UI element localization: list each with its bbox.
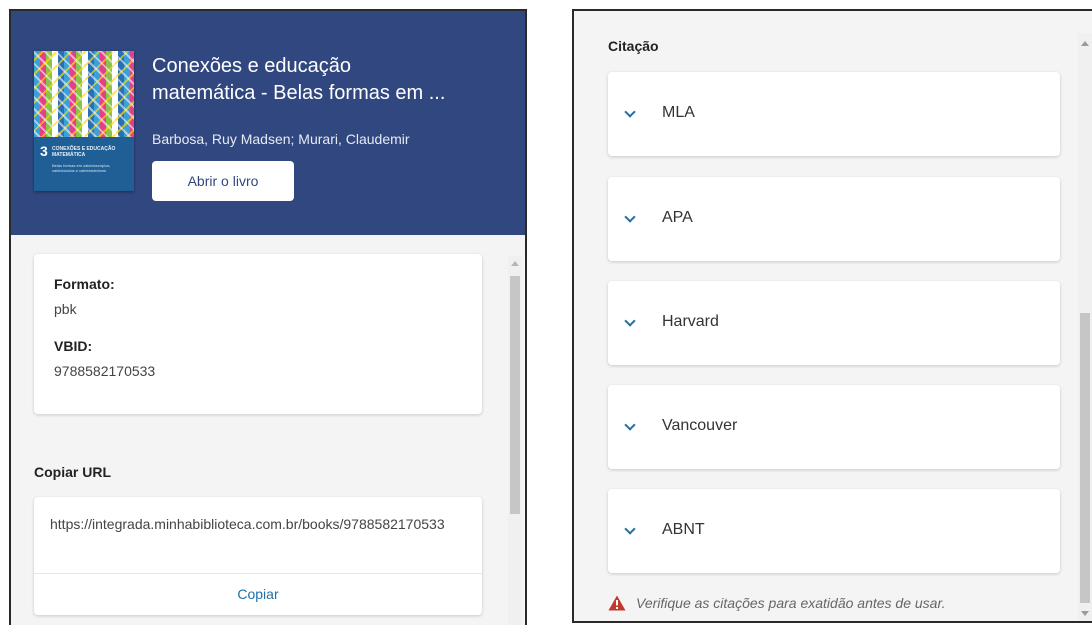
citation-item-label: ABNT — [662, 521, 705, 538]
cover-pattern — [34, 51, 134, 137]
citation-item-apa[interactable]: APA — [608, 177, 1060, 261]
cover-volume-number: 3 — [40, 143, 48, 159]
citation-warning: Verifique as citações para exatidão ante… — [608, 595, 945, 611]
book-title-line-2: matemática - Belas formas em ... — [152, 82, 446, 104]
citation-item-label: APA — [662, 209, 693, 226]
chevron-down-icon — [624, 523, 636, 535]
format-value: pbk — [54, 301, 77, 317]
left-scrollbar[interactable] — [508, 256, 522, 625]
cover-title-text: CONEXÕES E EDUCAÇÃO MATEMÁTICA — [52, 146, 116, 158]
book-cover-image: 3 CONEXÕES E EDUCAÇÃO MATEMÁTICA Belas f… — [34, 51, 134, 191]
book-url-text[interactable]: https://integrada.minhabiblioteca.com.br… — [50, 513, 470, 535]
vbid-value: 9788582170533 — [54, 363, 156, 379]
book-info-card: Formato: pbk VBID: 9788582170533 — [34, 254, 482, 414]
scroll-up-arrow-icon[interactable] — [1081, 41, 1089, 46]
vbid-label: VBID: — [54, 338, 93, 354]
citation-item-mla[interactable]: MLA — [608, 72, 1060, 156]
chevron-down-icon — [624, 315, 636, 327]
chevron-down-icon — [624, 106, 636, 118]
right-scrollbar-thumb[interactable] — [1080, 313, 1090, 603]
citation-item-vancouver[interactable]: Vancouver — [608, 385, 1060, 469]
left-scrollbar-thumb[interactable] — [510, 276, 520, 514]
scroll-up-arrow-icon[interactable] — [511, 261, 519, 266]
format-label: Formato: — [54, 276, 115, 292]
book-title-line-1: Conexões e educação — [152, 55, 352, 77]
book-title: Conexões e educação matemática - Belas f… — [152, 53, 502, 107]
right-scrollbar[interactable] — [1078, 33, 1092, 621]
cover-subtitle-text: Belas formas em caleidoscópios, caleidoc… — [52, 163, 111, 173]
book-header: 3 CONEXÕES E EDUCAÇÃO MATEMÁTICA Belas f… — [11, 11, 525, 235]
citation-warning-text: Verifique as citações para exatidão ante… — [636, 595, 946, 611]
citation-item-harvard[interactable]: Harvard — [608, 281, 1060, 365]
citation-heading: Citação — [608, 38, 659, 54]
book-detail-panel: 3 CONEXÕES E EDUCAÇÃO MATEMÁTICA Belas f… — [9, 9, 527, 625]
citation-item-label: MLA — [662, 104, 695, 121]
scroll-down-arrow-icon[interactable] — [1081, 611, 1089, 616]
chevron-down-icon — [624, 211, 636, 223]
book-authors: Barbosa, Ruy Madsen; Murari, Claudemir — [152, 131, 410, 147]
copy-url-button[interactable]: Copiar — [34, 574, 482, 614]
citation-panel: Citação MLA APA Harvard Vancouver ABNT V… — [572, 9, 1092, 623]
copy-url-heading: Copiar URL — [34, 464, 111, 480]
citation-item-abnt[interactable]: ABNT — [608, 489, 1060, 573]
url-card: https://integrada.minhabiblioteca.com.br… — [34, 497, 482, 615]
citation-item-label: Vancouver — [662, 417, 738, 434]
open-book-button[interactable]: Abrir o livro — [152, 161, 294, 201]
warning-triangle-icon — [608, 595, 626, 611]
chevron-down-icon — [624, 419, 636, 431]
citation-item-label: Harvard — [662, 313, 719, 330]
